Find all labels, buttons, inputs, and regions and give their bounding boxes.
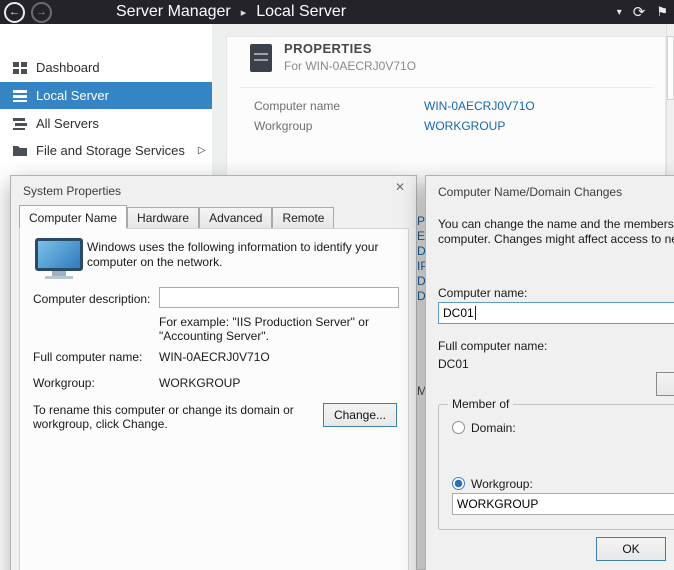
tab-strip: Computer Name Hardware Advanced Remote [19, 205, 334, 229]
breadcrumb-separator-icon: ▸ [241, 6, 247, 19]
notifications-flag-icon[interactable]: ⚑ [656, 4, 668, 20]
sidebar-item-label: Dashboard [36, 60, 100, 75]
domain-radio[interactable] [452, 421, 465, 434]
example-text-line2: "Accounting Server". [159, 329, 269, 343]
workgroup-input[interactable]: WORKGROUP [452, 493, 674, 515]
sidebar-item-label: File and Storage Services [36, 143, 185, 158]
breadcrumb-app-title[interactable]: Server Manager [116, 3, 231, 21]
full-computer-name-value: DC01 [438, 357, 469, 371]
change-button[interactable]: Change... [323, 403, 397, 427]
workgroup-label: Workgroup: [33, 376, 95, 390]
ok-button[interactable]: OK [596, 537, 666, 561]
tab-computer-name[interactable]: Computer Name [19, 205, 127, 229]
server-icon [13, 90, 27, 102]
server-properties-icon [250, 44, 272, 72]
properties-heading: PROPERTIES [284, 41, 372, 56]
intro-text: Windows uses the following information t… [87, 240, 395, 270]
sidebar-item-dashboard[interactable]: Dashboard [0, 54, 212, 81]
close-icon[interactable]: ✕ [389, 180, 411, 198]
property-label: Computer name [254, 99, 340, 113]
dialog-title: System Properties [23, 184, 121, 198]
rename-hint-line2: workgroup, click Change. [33, 417, 168, 431]
full-computer-name-label: Full computer name: [438, 339, 547, 353]
sidebar-item-label: Local Server [36, 88, 109, 103]
computer-monitor-icon [35, 238, 83, 279]
breadcrumb-location[interactable]: Local Server [256, 3, 346, 21]
dialog-body-line1: You can change the name and the membersh… [438, 217, 674, 231]
rename-hint-line1: To rename this computer or change its do… [33, 403, 294, 417]
example-text-line1: For example: "IIS Production Server" or [159, 315, 369, 329]
tab-page [19, 228, 409, 570]
computer-name-input-value: DC01 [443, 306, 474, 320]
properties-subheading: For WIN-0AECRJ0V71O [284, 59, 416, 73]
tab-remote[interactable]: Remote [272, 207, 334, 228]
dashboard-icon [13, 62, 27, 74]
servers-icon [13, 118, 27, 130]
sidebar-item-local-server[interactable]: Local Server [0, 82, 212, 109]
workgroup-radio-label: Workgroup: [471, 477, 533, 491]
full-computer-name-value: WIN-0AECRJ0V71O [159, 350, 270, 364]
topbar-actions: ▾ ⟳ ⚑ [617, 0, 668, 24]
forward-arrow-icon[interactable]: → [31, 2, 52, 23]
member-of-label: Member of [448, 397, 513, 411]
top-bar: ← → Server Manager ▸ Local Server ▾ ⟳ ⚑ [0, 0, 674, 24]
tab-advanced[interactable]: Advanced [199, 207, 272, 228]
server-manager-window: ← → Server Manager ▸ Local Server ▾ ⟳ ⚑ … [0, 0, 674, 570]
breadcrumb: Server Manager ▸ Local Server [116, 3, 346, 21]
computer-name-domain-changes-dialog: Computer Name/Domain Changes You can cha… [425, 175, 674, 570]
sidebar-item-file-storage-services[interactable]: File and Storage Services ▷ [0, 137, 212, 164]
workgroup-input-value: WORKGROUP [457, 497, 538, 511]
scrollbar-thumb[interactable] [667, 36, 674, 100]
workgroup-radio[interactable] [452, 477, 465, 490]
dialog-body-line2: computer. Changes might affect access to… [438, 232, 674, 246]
computer-description-label: Computer description: [33, 292, 150, 306]
tab-hardware[interactable]: Hardware [127, 207, 199, 228]
domain-radio-label: Domain: [471, 421, 516, 435]
sidebar-item-all-servers[interactable]: All Servers [0, 110, 212, 137]
text-cursor [475, 306, 476, 320]
workgroup-link[interactable]: WORKGROUP [424, 119, 505, 133]
computer-name-label: Computer name: [438, 286, 527, 300]
file-storage-icon [13, 145, 27, 157]
refresh-icon[interactable]: ⟳ [633, 3, 646, 21]
sidebar-item-label: All Servers [36, 116, 99, 131]
full-computer-name-label: Full computer name: [33, 350, 142, 364]
properties-divider [240, 87, 652, 88]
chevron-right-icon[interactable]: ▷ [198, 145, 206, 156]
computer-name-link[interactable]: WIN-0AECRJ0V71O [424, 99, 535, 113]
more-button[interactable]: M [656, 372, 674, 396]
property-label: Workgroup [254, 119, 312, 133]
computer-description-input[interactable] [159, 287, 399, 308]
workgroup-value: WORKGROUP [159, 376, 240, 390]
dialog-title: Computer Name/Domain Changes [438, 185, 622, 199]
computer-name-input[interactable]: DC01 [438, 302, 674, 324]
system-properties-dialog: System Properties ✕ Computer Name Hardwa… [10, 175, 417, 570]
back-arrow-icon[interactable]: ← [4, 2, 25, 23]
caret-down-icon[interactable]: ▾ [617, 7, 622, 18]
